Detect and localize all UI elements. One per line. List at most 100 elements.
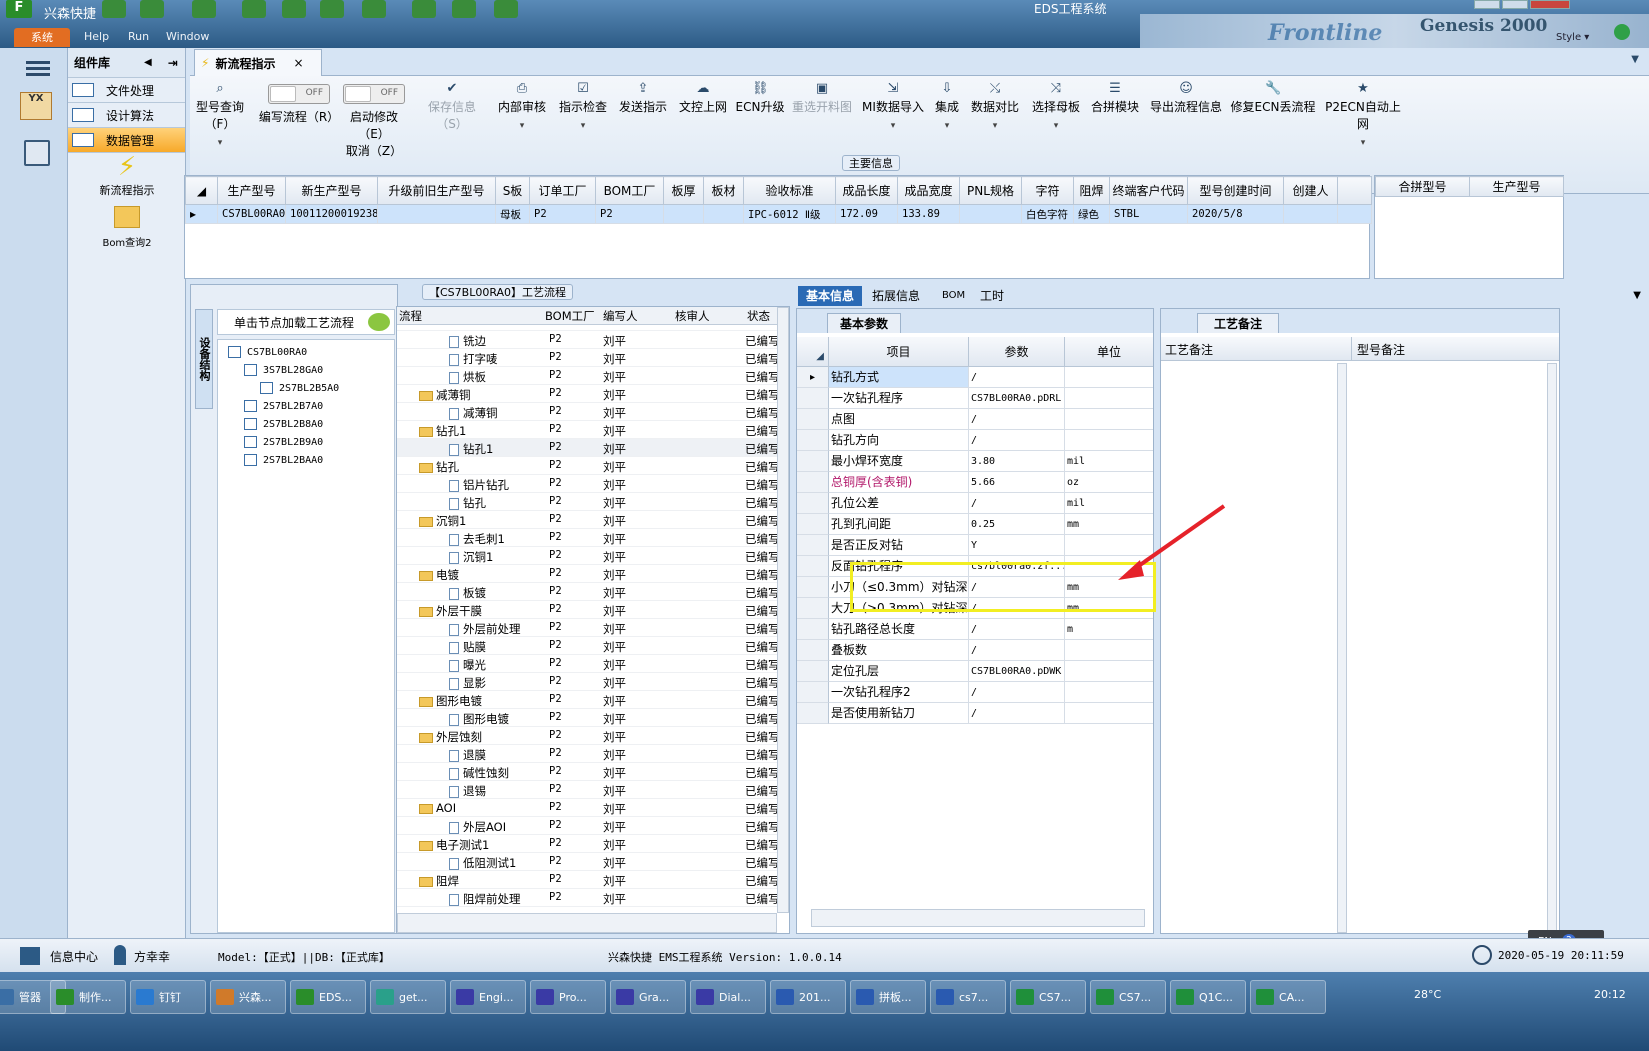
- main-cell[interactable]: P2: [529, 204, 596, 224]
- calculator-icon[interactable]: [24, 140, 50, 166]
- menu-window[interactable]: Window: [166, 30, 209, 43]
- tree-checkbox[interactable]: [244, 418, 257, 430]
- tool-bom-query[interactable]: Bom查询2: [72, 206, 182, 249]
- taskbar-item[interactable]: 制作...: [50, 980, 126, 1014]
- main-info-row[interactable]: ▸ CS7BL00RA0 10011200019238 母板 P2 P2 IPC-6012 …: [185, 204, 1372, 224]
- flow-row[interactable]: 沉铜1 P2 刘平 已编写: [397, 511, 777, 529]
- sidebar-item-algorithm[interactable]: 设计算法: [68, 103, 185, 128]
- main-col-header[interactable]: 字符: [1021, 176, 1074, 205]
- flow-vertical-scrollbar[interactable]: [777, 307, 789, 913]
- param-row[interactable]: 是否正反对钻 Y: [797, 535, 1153, 556]
- tab-extended-info[interactable]: 拓展信息: [864, 286, 928, 306]
- list-quick-icon[interactable]: [362, 0, 386, 18]
- param-row[interactable]: 孔位公差 / mil: [797, 493, 1153, 514]
- repair-ecn-button[interactable]: 🔧 修复ECN丢流程: [1230, 76, 1316, 115]
- chart-quick-icon[interactable]: [452, 0, 476, 18]
- maximize-button[interactable]: [1502, 0, 1528, 9]
- taskbar-item[interactable]: CS7...: [1090, 980, 1166, 1014]
- main-cell[interactable]: STBL: [1109, 204, 1188, 224]
- flow-row[interactable]: 沉铜1 P2 刘平 已编写: [397, 547, 777, 565]
- page-quick-icon[interactable]: [494, 0, 518, 18]
- main-cell[interactable]: 母板: [495, 204, 530, 224]
- toggle-start-modify[interactable]: OFF 启动修改（E） 取消（Z）: [340, 76, 408, 159]
- param-value-cell[interactable]: CS7BL00RA0.pDWK: [969, 661, 1065, 682]
- tree-checkbox[interactable]: [244, 364, 257, 376]
- toggle-switch[interactable]: OFF: [343, 84, 405, 104]
- param-value-cell[interactable]: Y: [969, 535, 1065, 556]
- taskbar-item[interactable]: Q1C...: [1170, 980, 1246, 1014]
- tree-node[interactable]: 2S7BL2BAA0: [244, 454, 323, 466]
- model-remarks-scrollbar[interactable]: [1547, 363, 1557, 933]
- instruction-check-button[interactable]: ☑ 指示检查 ▾: [554, 76, 612, 132]
- flow-row[interactable]: 钻孔 P2 刘平 已编写: [397, 493, 777, 511]
- flow-row[interactable]: 去毛刺1 P2 刘平 已编写: [397, 529, 777, 547]
- flow-row[interactable]: 打字唛 P2 刘平 已编写: [397, 349, 777, 367]
- user-quick-icon[interactable]: [412, 0, 436, 18]
- grid-quick-icon[interactable]: [192, 0, 216, 18]
- mi-import-button[interactable]: ⇲ MI数据导入 ▾: [860, 76, 926, 132]
- flow-row[interactable]: 显影 P2 刘平 已编写: [397, 673, 777, 691]
- reselect-cut-map-button[interactable]: ▣ 重选开料图: [790, 76, 854, 115]
- menu-run[interactable]: Run: [128, 30, 149, 43]
- flow-row[interactable]: 贴膜 P2 刘平 已编写: [397, 637, 777, 655]
- param-row[interactable]: 定位孔层 CS7BL00RA0.pDWK: [797, 661, 1153, 682]
- tree-node[interactable]: 2S7BL2B7A0: [244, 400, 323, 412]
- taskbar-item[interactable]: Dial...: [690, 980, 766, 1014]
- flow-col-header[interactable]: 状态: [747, 308, 770, 324]
- flow-horizontal-scrollbar[interactable]: [397, 913, 777, 933]
- ecn-upgrade-button[interactable]: ⛓ ECN升级: [734, 76, 786, 115]
- tool-new-flow[interactable]: ⚡ 新流程指示: [72, 152, 182, 198]
- integrate-button[interactable]: ⇩ 集成 ▾: [930, 76, 964, 132]
- main-cell[interactable]: [1283, 204, 1338, 224]
- flow-row[interactable]: 板镀 P2 刘平 已编写: [397, 583, 777, 601]
- tab-process-remarks[interactable]: 工艺备注: [1197, 313, 1280, 333]
- flow-row[interactable]: 阻焊前处理 P2 刘平 已编写: [397, 889, 777, 907]
- main-cell[interactable]: [663, 204, 704, 224]
- param-row[interactable]: 一次钻孔程序2/: [797, 682, 1153, 703]
- flow-col-header[interactable]: 流程: [399, 308, 422, 324]
- taskbar-clock[interactable]: 20:12: [1594, 988, 1626, 1001]
- param-value-cell[interactable]: /: [969, 430, 1065, 451]
- flow-col-header[interactable]: 核审人: [675, 308, 710, 324]
- tab-work-hours[interactable]: 工时: [972, 286, 1012, 306]
- taskbar-item[interactable]: CA...: [1250, 980, 1326, 1014]
- param-row[interactable]: 钻孔方向 /: [797, 430, 1153, 451]
- merge-module-button[interactable]: ☰ 合拼模块: [1088, 76, 1142, 115]
- tab-basic-info[interactable]: 基本信息: [798, 286, 863, 306]
- flow-row[interactable]: 钻孔1 P2 刘平 已编写: [397, 421, 777, 439]
- flow-row[interactable]: 电镀 P2 刘平 已编写: [397, 565, 777, 583]
- flow-row[interactable]: 钻孔 P2 刘平 已编写: [397, 457, 777, 475]
- param-row[interactable]: 叠板数 /: [797, 640, 1153, 661]
- p2ecn-online-button[interactable]: ★ P2ECN自动上网 ▾: [1320, 76, 1406, 149]
- main-cell[interactable]: [377, 204, 496, 224]
- main-col-header[interactable]: PNL规格: [959, 176, 1022, 205]
- param-row[interactable]: 钻孔路径总长度 / m: [797, 619, 1153, 640]
- sidebar-item-file[interactable]: 文件处理: [68, 78, 185, 103]
- toggle-write-flow[interactable]: OFF 编写流程（R）: [258, 76, 340, 125]
- param-value-cell[interactable]: /: [969, 493, 1065, 514]
- taskbar-item[interactable]: 兴森...: [210, 980, 286, 1014]
- main-col-header[interactable]: 生产型号: [217, 176, 286, 205]
- param-value-cell[interactable]: /: [969, 682, 1065, 703]
- flow-row[interactable]: 铝片钻孔 P2 刘平 已编写: [397, 475, 777, 493]
- param-value-cell[interactable]: /: [969, 409, 1065, 430]
- save-info-button[interactable]: ✔ 保存信息（S）: [416, 76, 488, 132]
- toggle-switch[interactable]: OFF: [268, 84, 330, 104]
- settings-quick-icon[interactable]: [140, 0, 164, 18]
- flow-row[interactable]: 外层蚀刻 P2 刘平 已编写: [397, 727, 777, 745]
- doc-online-button[interactable]: ☁ 文控上网: [674, 76, 732, 115]
- system-menu-tab[interactable]: 系统: [14, 28, 70, 47]
- tree-node[interactable]: 2S7BL2B9A0: [244, 436, 323, 448]
- flow-row[interactable]: 碱性蚀刻 P2 刘平 已编写: [397, 763, 777, 781]
- tab-bom[interactable]: BOM: [934, 286, 973, 306]
- main-col-header[interactable]: 升级前旧生产型号: [377, 176, 496, 205]
- flow-row[interactable]: 阻焊 P2 刘平 已编写: [397, 871, 777, 889]
- flow-row[interactable]: AOI P2 刘平 已编写: [397, 799, 777, 817]
- main-cell[interactable]: CS7BL00RA0: [217, 204, 286, 224]
- process-remarks-textarea[interactable]: [1161, 363, 1347, 933]
- flow-col-header[interactable]: BOM工厂: [545, 308, 595, 324]
- main-col-header[interactable]: 验收标准: [743, 176, 836, 205]
- main-cell[interactable]: IPC-6012 Ⅱ级: [743, 204, 836, 224]
- taskbar-item[interactable]: 拼板...: [850, 980, 926, 1014]
- export-flow-button[interactable]: ☺ 导出流程信息: [1146, 76, 1226, 115]
